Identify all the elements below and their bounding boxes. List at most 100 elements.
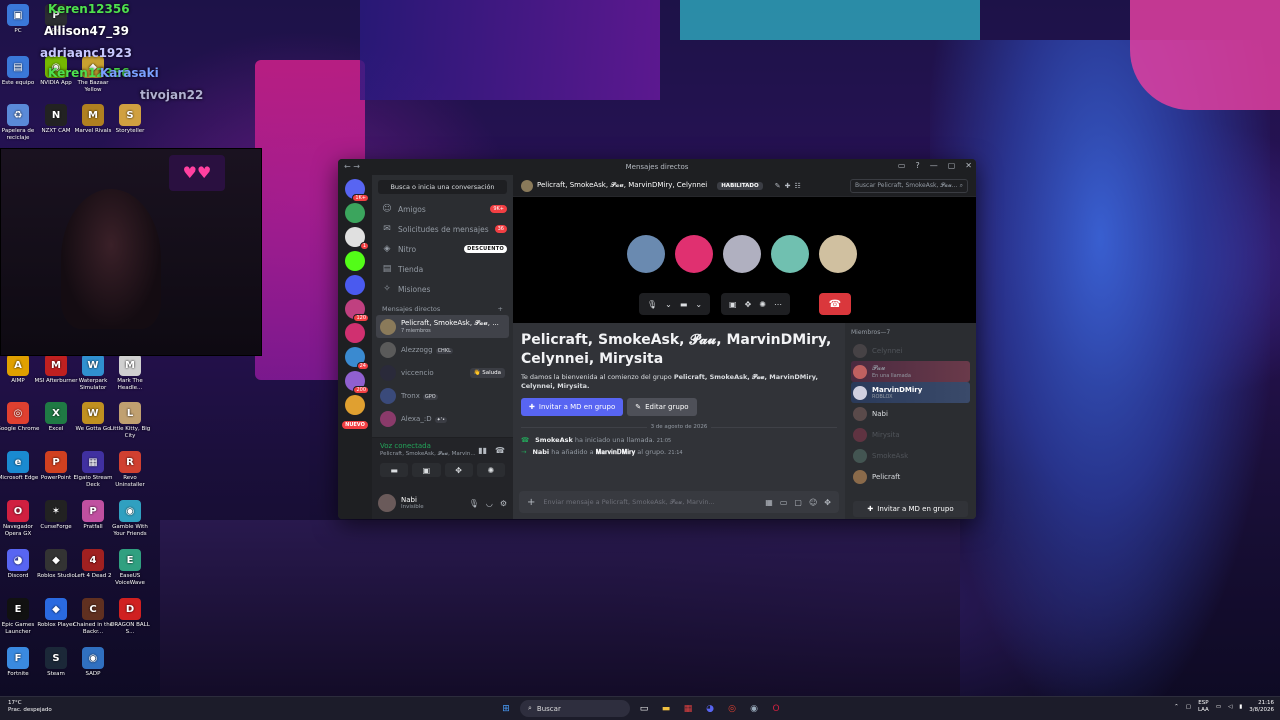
nav-message-requests[interactable]: ✉ Solicitudes de mensajes 36	[372, 219, 513, 239]
network-icon[interactable]: ▭	[1216, 704, 1221, 711]
store-icon[interactable]: ▦	[680, 701, 696, 717]
edit-group-button[interactable]: ✎ Editar grupo	[627, 398, 697, 416]
soundboard-icon[interactable]: ✺	[476, 463, 505, 477]
nav-nitro[interactable]: ◈ Nitro DESCUENTO	[372, 239, 513, 259]
call-participant-avatar[interactable]	[771, 235, 809, 273]
dm-item[interactable]: viccencio 👋 Saluda	[376, 361, 509, 384]
soundboard-icon[interactable]: ✺	[759, 300, 766, 309]
dm-search-input[interactable]: Busca o inicia una conversación	[378, 180, 507, 194]
dm-item[interactable]: Alexa_:D ✦'•	[376, 407, 509, 430]
server-icon[interactable]	[345, 275, 365, 295]
nav-friends[interactable]: ☺ Amigos 9K+	[372, 199, 513, 219]
start-icon[interactable]: ⊞	[498, 701, 514, 717]
disconnect-icon[interactable]: ☎	[495, 446, 505, 455]
headphones-icon[interactable]: ◡	[486, 499, 493, 508]
new-badge[interactable]: NUEVO	[342, 421, 368, 429]
nav-shop[interactable]: ▤ Tienda	[372, 259, 513, 279]
new-dm-plus-icon[interactable]: +	[498, 305, 503, 313]
wave-button[interactable]: 👋 Saluda	[469, 367, 505, 378]
event-actor[interactable]: Nabi	[532, 448, 549, 456]
server-icon[interactable]: 120	[345, 299, 369, 322]
call-participant-avatar[interactable]	[675, 235, 713, 273]
gift-icon[interactable]: ▦	[765, 498, 773, 507]
desktop-icon[interactable]: S Storyteller	[108, 104, 152, 135]
header-search-input[interactable]: Buscar Pelicraft, SmokeAsk, 𝓟𝓪𝓾... ⌕	[850, 178, 968, 193]
pin-icon[interactable]: ✎	[775, 182, 781, 190]
chevron-down-icon[interactable]: ⌄	[695, 300, 702, 309]
inbox-icon[interactable]: ▭	[898, 161, 906, 170]
leave-call-button[interactable]: ☎	[819, 293, 851, 315]
user-name[interactable]: Nabi	[401, 496, 424, 504]
maximize-icon[interactable]: ▢	[948, 161, 956, 170]
desktop-icon[interactable]: L Little Kitty, Big City	[108, 402, 152, 440]
desktop-icon[interactable]: ◉ Gamble With Your Friends	[108, 500, 152, 538]
opera-taskbar-icon[interactable]: O	[768, 701, 784, 717]
server-icon[interactable]: 200	[345, 371, 369, 394]
nav-quests[interactable]: ✧ Misiones	[372, 279, 513, 299]
header-title[interactable]: Pelicraft, SmokeAsk, 𝓟𝓪𝓾, MarvinDMiry, C…	[537, 181, 707, 190]
emoji-icon[interactable]: ☺	[809, 498, 817, 507]
server-icon[interactable]	[345, 203, 365, 223]
tray-chevron-icon[interactable]: ⌃	[1174, 704, 1179, 711]
server-icon[interactable]: 1K+	[345, 179, 369, 202]
server-icon[interactable]	[345, 323, 365, 343]
apps-icon[interactable]: ✥	[824, 498, 831, 507]
chevron-down-icon[interactable]: ⌄	[665, 300, 672, 309]
member-item[interactable]: Pelicraft	[851, 466, 970, 487]
screen-share-icon[interactable]: ▣	[412, 463, 441, 477]
members-list-icon[interactable]: ☷	[794, 182, 800, 190]
call-participant-avatar[interactable]	[819, 235, 857, 273]
settings-gear-icon[interactable]: ⚙	[500, 499, 507, 508]
server-icon[interactable]	[345, 251, 365, 271]
dm-item[interactable]: Alezzogg CHKL	[376, 338, 509, 361]
weather-widget[interactable]: 17°C Prac. despejado	[8, 700, 52, 714]
member-item[interactable]: Nabi	[851, 403, 970, 424]
member-item[interactable]: SmokeAsk	[851, 445, 970, 466]
more-options-icon[interactable]: ⋯	[774, 300, 782, 309]
voice-activity-icon[interactable]: ▮▮	[478, 446, 487, 455]
gif-icon[interactable]: ▭	[780, 498, 788, 507]
member-item[interactable]: Celynnei	[851, 340, 970, 361]
desktop-icon[interactable]: D DRAGON BALL S...	[108, 598, 152, 636]
camera-off-icon[interactable]: ▬	[380, 463, 409, 477]
member-item[interactable]: Mirysita	[851, 424, 970, 445]
close-icon[interactable]: ✕	[965, 161, 972, 170]
server-icon[interactable]: 24	[345, 347, 369, 370]
server-icon[interactable]: 1	[345, 227, 369, 250]
volume-icon[interactable]: ◁	[1228, 704, 1232, 711]
call-participant-avatar[interactable]	[723, 235, 761, 273]
sticker-icon[interactable]: ▢	[794, 498, 802, 507]
member-item[interactable]: 𝓟𝓪𝓾 En una llamada	[851, 361, 970, 382]
event-target[interactable]: 𝐌𝐚𝐫𝐯𝐢𝐧𝐃𝐌𝐢𝐫𝐲	[596, 448, 636, 456]
mute-icon[interactable]: 🎙	[647, 300, 657, 309]
add-member-icon[interactable]: ✚	[785, 182, 791, 190]
steam-taskbar-icon[interactable]: ◉	[746, 701, 762, 717]
taskbar-search[interactable]: ⌕ Buscar	[520, 700, 630, 717]
message-input[interactable]: + Enviar mensaje a Pelicraft, SmokeAsk, …	[519, 491, 839, 513]
tray-app-icon[interactable]: ▢	[1186, 704, 1191, 711]
dm-item[interactable]: Tronx GPO	[376, 384, 509, 407]
clock[interactable]: 21:16 3/8/2026	[1249, 700, 1274, 714]
back-forward-icons[interactable]: ← →	[344, 162, 360, 171]
invite-group-dm-button[interactable]: ✚ Invitar a MD en grupo	[853, 501, 968, 517]
screen-share-icon[interactable]: ▣	[729, 300, 737, 309]
dm-item[interactable]: Pelicraft, SmokeAsk, 𝓟𝓪𝓾, ... 7 miembros	[376, 315, 509, 338]
camera-off-icon[interactable]: ▬	[680, 300, 688, 309]
minimize-icon[interactable]: —	[930, 161, 938, 170]
voice-channel[interactable]: Pelicraft, SmokeAsk, 𝓟𝓪𝓾, Marvin...	[380, 451, 476, 458]
desktop-icon[interactable]: E EaseUS VoiceWave	[108, 549, 152, 587]
help-icon[interactable]: ?	[915, 161, 919, 170]
desktop-icon[interactable]: M Mark The Headle...	[108, 354, 152, 392]
desktop-icon[interactable]: ◉ SADP	[71, 647, 115, 678]
activities-icon[interactable]: ✥	[444, 463, 473, 477]
attach-plus-icon[interactable]: +	[527, 497, 535, 508]
activities-icon[interactable]: ✥	[745, 300, 752, 309]
task-view-icon[interactable]: ▭	[636, 701, 652, 717]
battery-icon[interactable]: ▮	[1239, 704, 1242, 711]
file-explorer-icon[interactable]: ▬	[658, 701, 674, 717]
avatar[interactable]	[378, 494, 396, 512]
language-indicator[interactable]: ESP LAA	[1198, 700, 1209, 714]
event-actor[interactable]: SmokeAsk	[535, 436, 573, 444]
member-item[interactable]: MarvinDMiry ROBLOX	[851, 382, 970, 403]
call-participant-avatar[interactable]	[627, 235, 665, 273]
